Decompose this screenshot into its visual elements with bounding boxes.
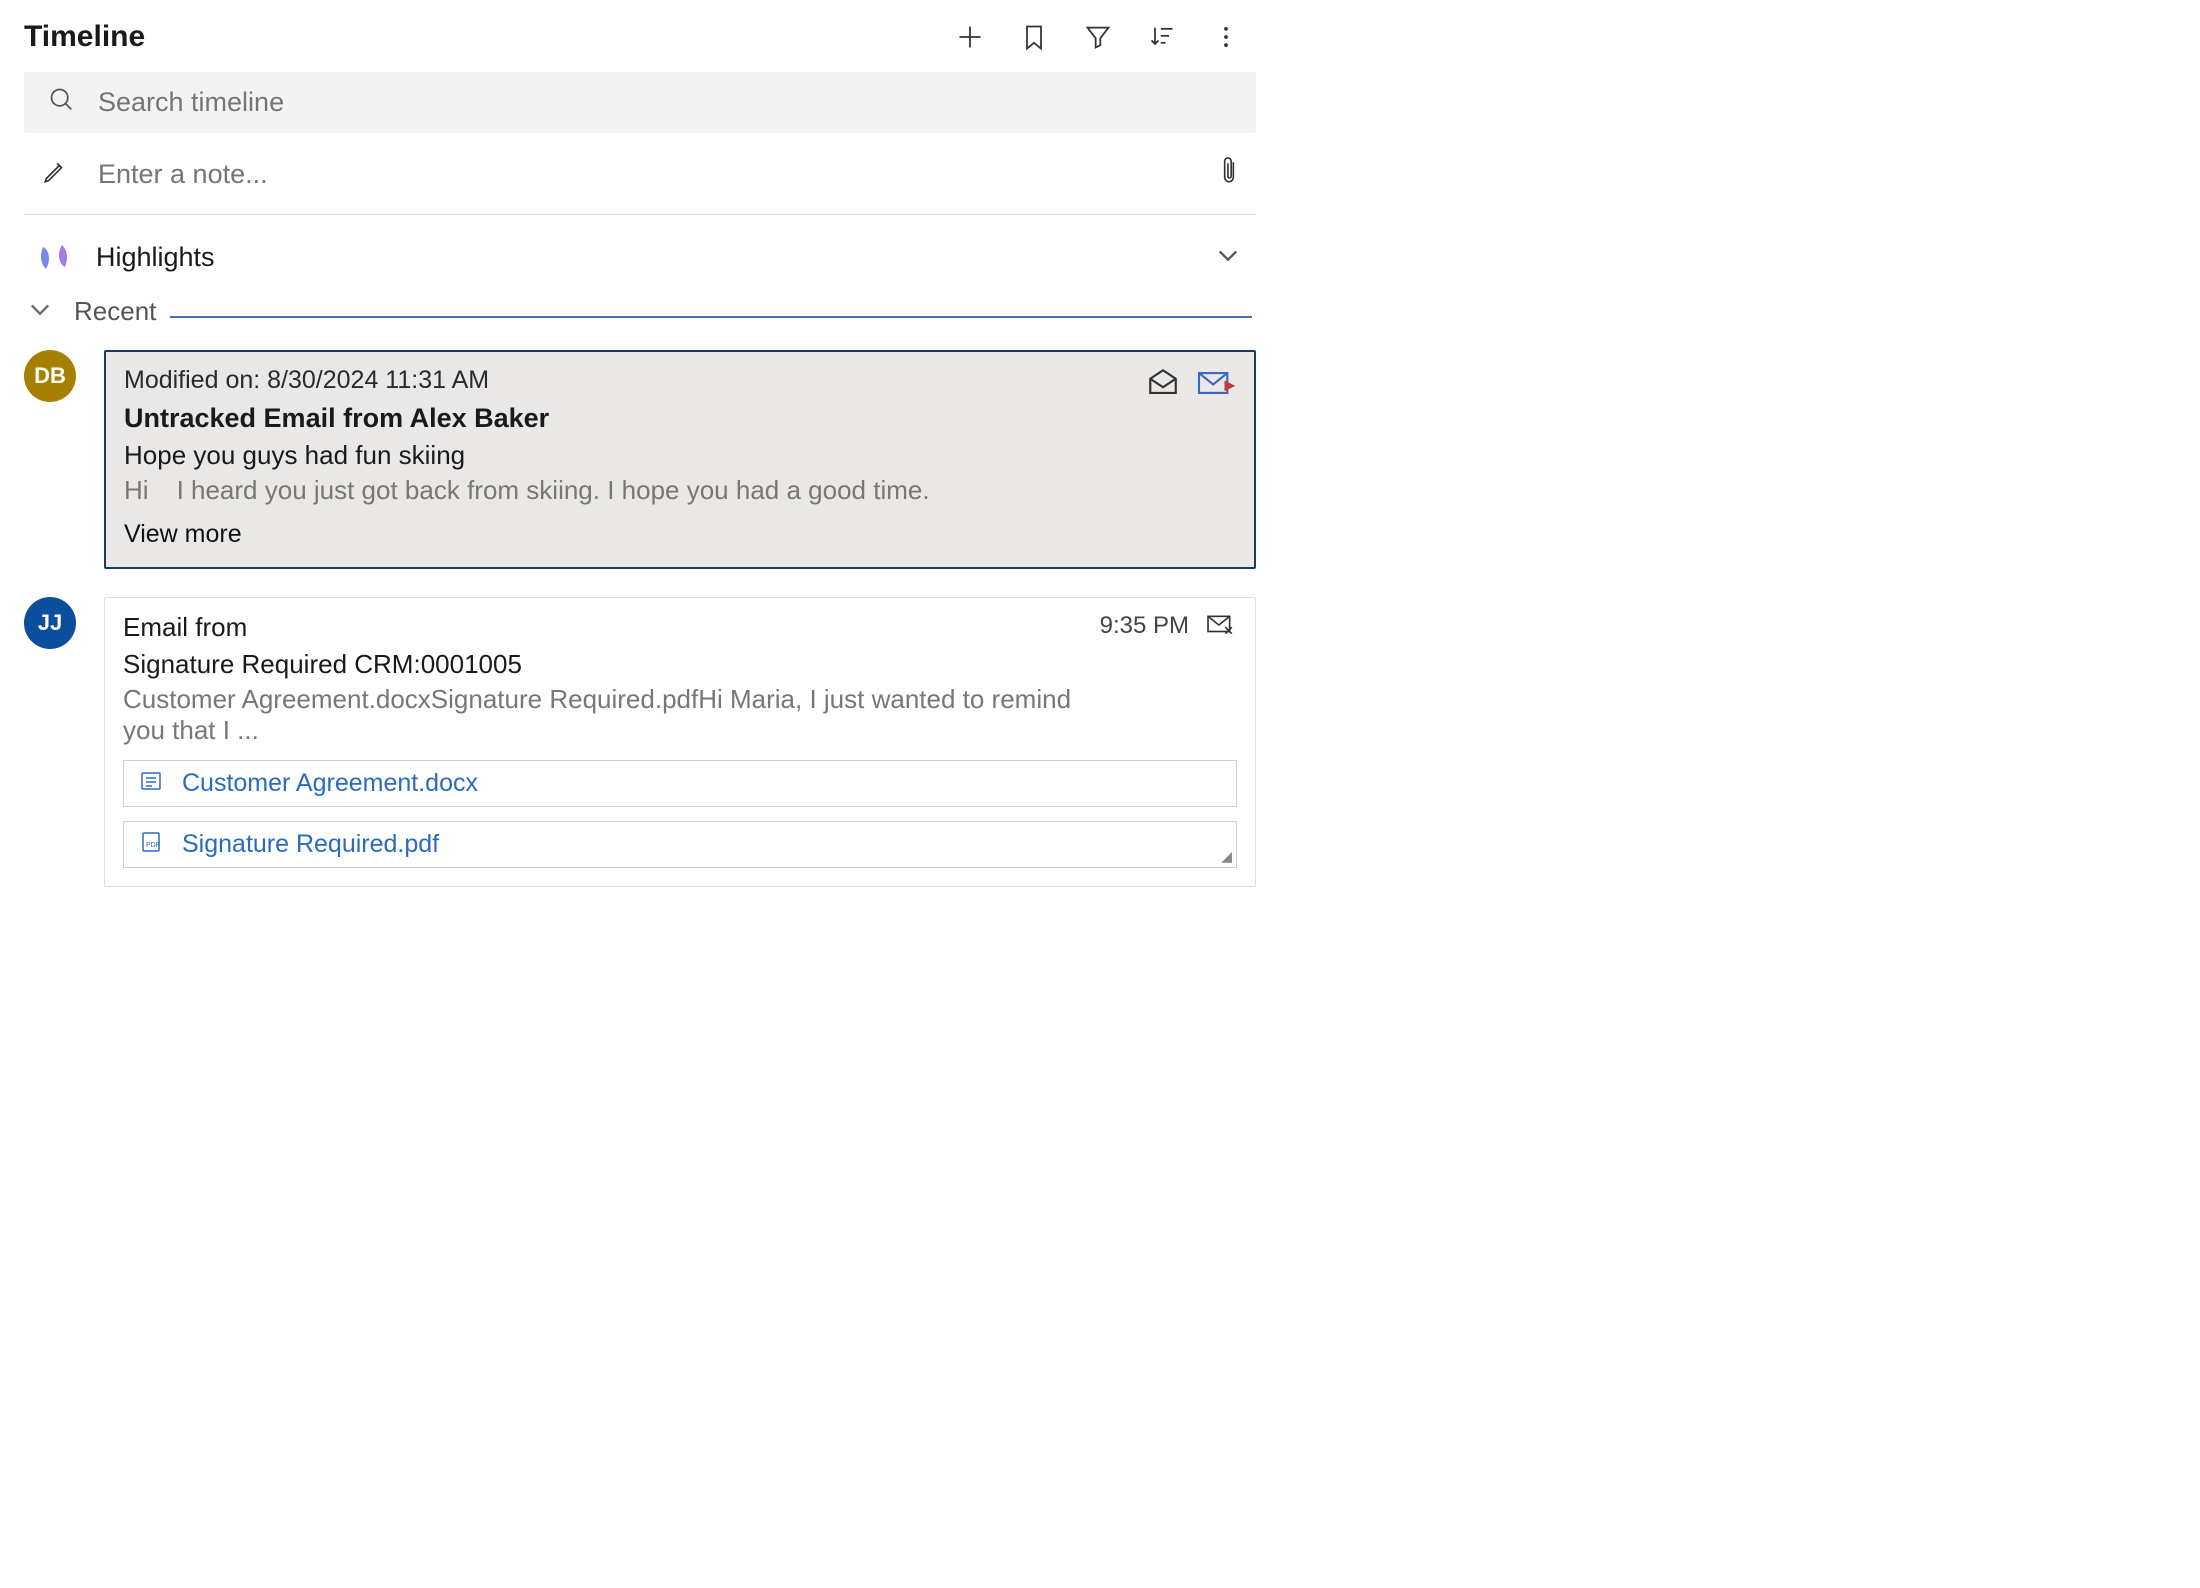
attachment-name[interactable]: Signature Required.pdf <box>182 830 439 859</box>
attachment-row[interactable]: PDF Signature Required.pdf ◢ <box>123 821 1237 868</box>
attachment-row[interactable]: Customer Agreement.docx <box>123 760 1237 807</box>
copilot-icon <box>34 237 74 277</box>
item-time: 9:35 PM <box>1100 612 1189 640</box>
resize-handle-icon[interactable]: ◢ <box>1221 848 1232 865</box>
item-preview: Customer Agreement.docxSignature Require… <box>123 684 1100 746</box>
section-divider <box>170 316 1252 318</box>
attachment-icon[interactable] <box>1216 155 1242 194</box>
chevron-down-icon <box>26 295 54 328</box>
bookmark-icon[interactable] <box>1020 23 1048 51</box>
avatar: DB <box>24 350 76 402</box>
highlights-row[interactable]: Highlights <box>24 215 1256 287</box>
view-more-link[interactable]: View more <box>124 520 1236 549</box>
pdf-file-icon: PDF <box>138 830 164 859</box>
item-subject: Hope you guys had fun skiing <box>124 440 1146 471</box>
attachment-name[interactable]: Customer Agreement.docx <box>182 769 478 798</box>
add-icon[interactable] <box>956 23 984 51</box>
chevron-down-icon[interactable] <box>1214 241 1242 274</box>
avatar: JJ <box>24 597 76 649</box>
email-draft-icon[interactable] <box>1205 612 1237 645</box>
search-bar[interactable] <box>24 72 1256 133</box>
item-title: Untracked Email from Alex Baker <box>124 403 1146 434</box>
section-label: Recent <box>68 296 156 327</box>
note-row[interactable] <box>24 133 1256 215</box>
search-icon <box>48 86 76 119</box>
item-title: Email from <box>123 612 1100 643</box>
pencil-icon <box>42 159 68 190</box>
modified-meta: Modified on: 8/30/2024 11:31 AM <box>124 366 1146 395</box>
reply-email-icon[interactable] <box>1196 366 1236 407</box>
open-email-icon[interactable] <box>1146 366 1180 407</box>
timeline-item[interactable]: DB Modified on: 8/30/2024 11:31 AM Untra… <box>24 350 1256 569</box>
more-icon[interactable] <box>1212 23 1240 51</box>
timeline-card[interactable]: Email from Signature Required CRM:000100… <box>104 597 1256 887</box>
timeline-card[interactable]: Modified on: 8/30/2024 11:31 AM Untracke… <box>104 350 1256 569</box>
item-subject: Signature Required CRM:0001005 <box>123 649 1100 680</box>
item-preview: HiI heard you just got back from skiing.… <box>124 475 1146 506</box>
filter-icon[interactable] <box>1084 23 1112 51</box>
sort-icon[interactable] <box>1148 23 1176 51</box>
section-recent-header[interactable]: Recent <box>24 287 1256 338</box>
note-input[interactable] <box>98 159 1216 190</box>
page-title: Timeline <box>24 20 956 54</box>
search-input[interactable] <box>98 87 1232 118</box>
word-file-icon <box>138 769 164 798</box>
timeline-item[interactable]: JJ Email from Signature Required CRM:000… <box>24 597 1256 887</box>
svg-text:PDF: PDF <box>146 842 160 849</box>
highlights-label: Highlights <box>96 242 1214 273</box>
